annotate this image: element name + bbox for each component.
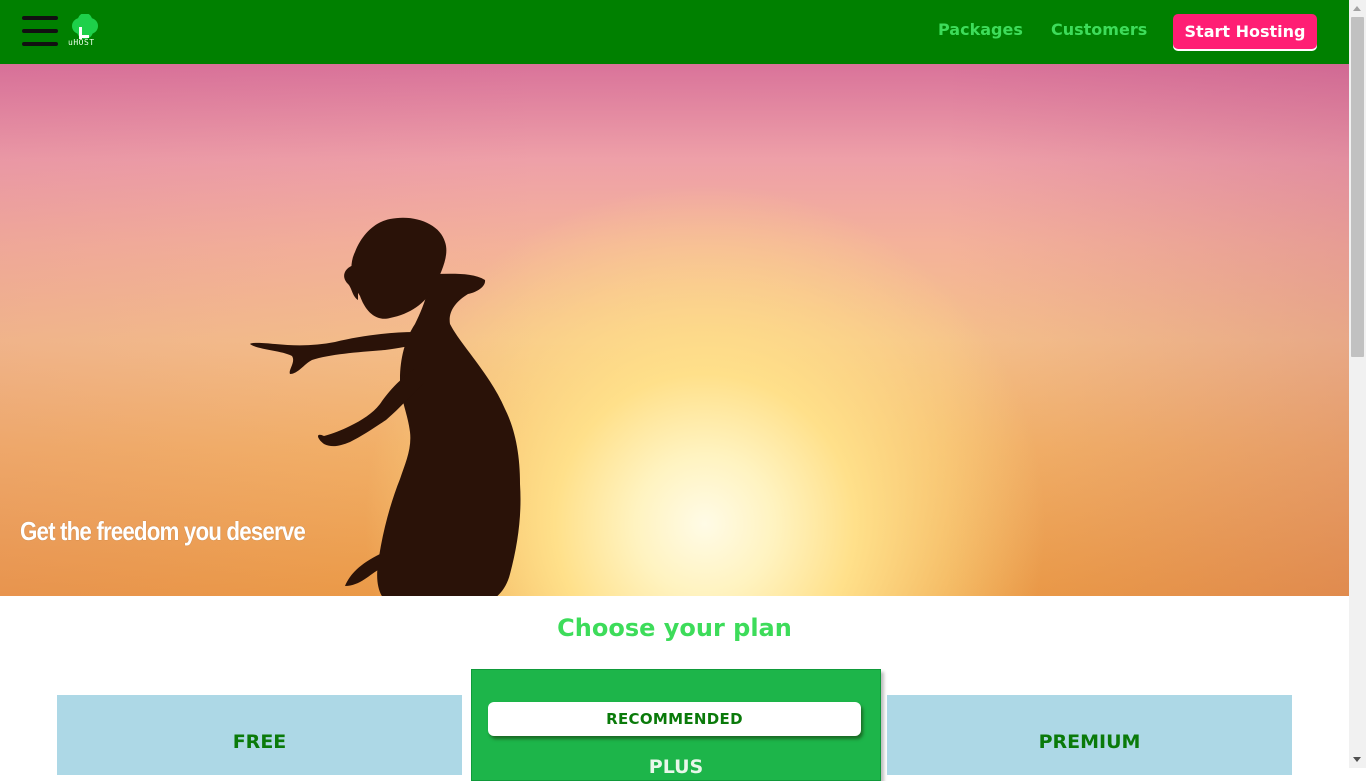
vertical-scrollbar[interactable]	[1349, 0, 1366, 768]
main-header: uHOST Packages Customers Start Hosting	[0, 0, 1349, 64]
plan-name-free: FREE	[232, 731, 287, 753]
scroll-up-arrow-icon[interactable]	[1353, 6, 1361, 11]
scrollbar-thumb[interactable]	[1351, 17, 1364, 357]
start-hosting-button[interactable]: Start Hosting	[1173, 14, 1317, 49]
logo-text: uHOST	[68, 38, 95, 47]
plan-name-plus: PLUS	[648, 756, 704, 778]
hamburger-menu-icon[interactable]	[22, 16, 58, 46]
nav-link-customers[interactable]: Customers	[1051, 20, 1147, 39]
plans-heading: Choose your plan	[557, 614, 792, 642]
hero-tagline: Get the freedom you deserve	[20, 516, 306, 546]
plan-card-premium[interactable]: PREMIUM	[887, 695, 1292, 775]
scroll-down-arrow-icon[interactable]	[1353, 757, 1361, 762]
hero-banner: Get the freedom you deserve	[0, 64, 1349, 596]
plan-card-free[interactable]: FREE	[57, 695, 462, 775]
plan-name-premium: PREMIUM	[1038, 731, 1141, 753]
recommended-badge: RECOMMENDED	[488, 702, 861, 736]
nav-link-packages[interactable]: Packages	[938, 20, 1023, 39]
plan-card-plus[interactable]: RECOMMENDED PLUS	[471, 669, 881, 781]
